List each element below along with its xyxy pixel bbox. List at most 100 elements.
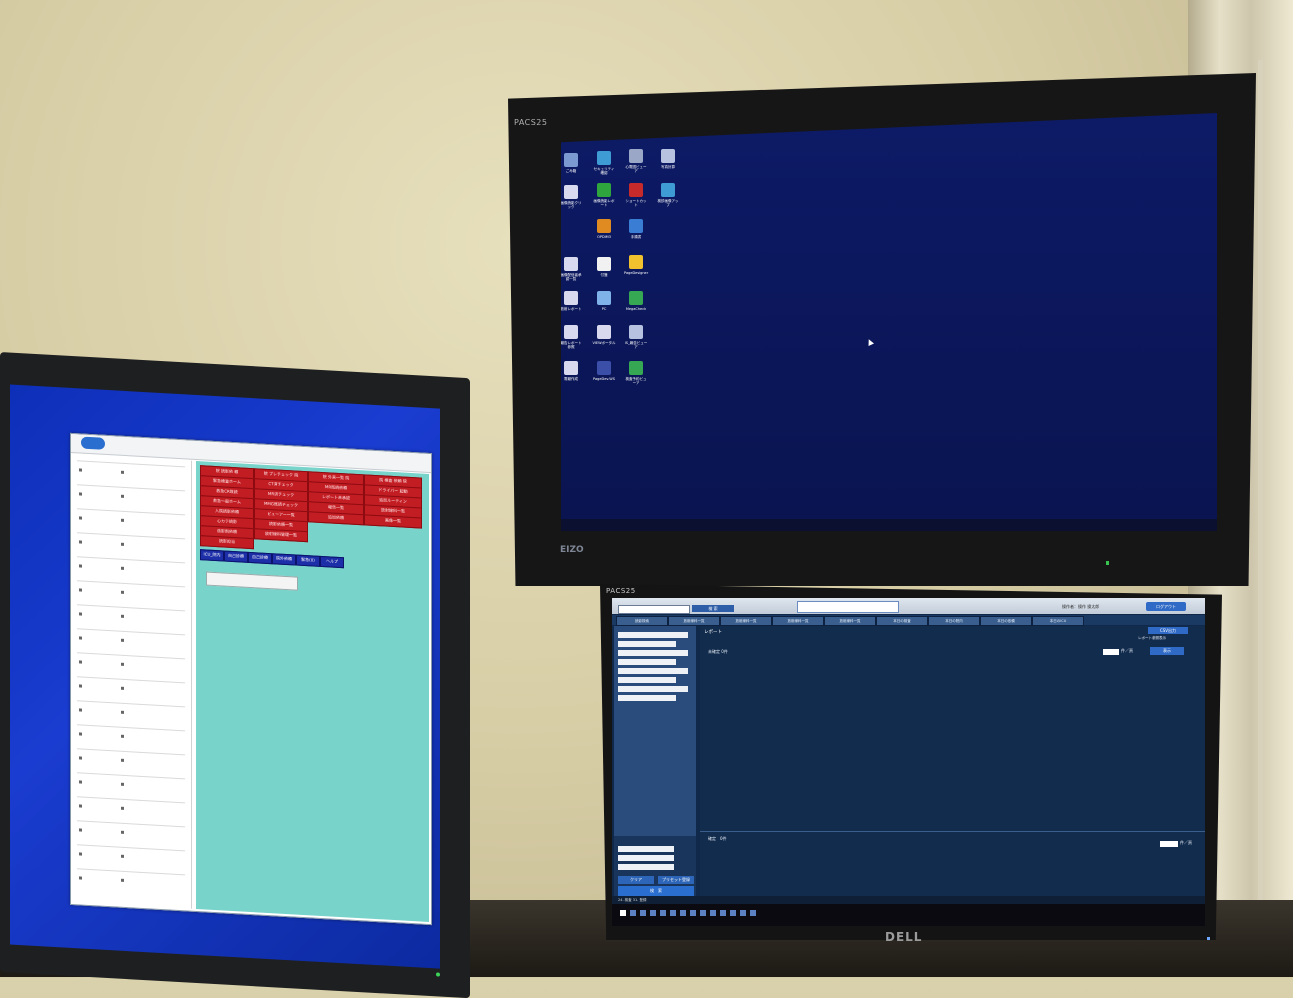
page-size-input[interactable] [1103,649,1119,655]
sidebar-field[interactable] [618,650,688,656]
taskbar-app-icon[interactable] [700,910,706,916]
browser-tab-icon[interactable] [81,436,105,450]
document-icon [564,325,578,339]
taskbar-app-icon[interactable] [740,910,746,916]
desktop-icon[interactable]: 検査予約ビューア [624,361,648,385]
desktop-icon[interactable]: VIEWポータル [592,325,616,345]
tab-2[interactable]: 放射線科一覧 [720,616,772,626]
red-menu-button[interactable]: 読影担当 [200,535,254,550]
sidebar-footer-field[interactable] [618,846,674,852]
list-row-bullet [79,660,82,664]
desktop-icon-label: PC [601,307,607,311]
desktop-icon[interactable]: ショートカット [624,183,648,207]
page-size-input-2[interactable] [1160,841,1178,847]
list-row-marker [121,518,124,522]
sidebar-field[interactable] [618,677,676,683]
taskbar-app-icon[interactable] [650,910,656,916]
tab-5[interactable]: 本日の検査 [876,616,928,626]
list-row-bullet [79,708,82,712]
sidebar-search-button[interactable]: 検 索 [618,886,694,896]
desktop-icon[interactable]: MegaCheck [624,291,648,311]
sidebar-field[interactable] [618,659,676,665]
desktop-icon[interactable]: セキュリティ確認 [592,151,616,175]
sidebar-field[interactable] [618,632,688,638]
red-menu-button[interactable]: 追加依頼 [308,511,364,526]
chart-icon [597,183,611,197]
taskbar-app-icon[interactable] [670,910,676,916]
taskbar-app-icon[interactable] [720,910,726,916]
blue-menu-button[interactable]: ヘルプ [320,555,344,569]
list-row-bullet [79,852,82,856]
desktop-icon[interactable]: 報告レポート参照 [561,325,583,349]
desktop-icon[interactable]: PC [592,291,616,311]
desktop-icon-label: 付箋 [600,273,608,277]
clear-button[interactable]: クリア [618,876,654,884]
sidebar-field[interactable] [618,668,688,674]
left-app-list [73,454,192,909]
desktop-icon[interactable]: 電報作成 [561,361,583,381]
red-menu-button[interactable]: 画像一覧 [364,514,422,529]
taskbar-app-icon[interactable] [750,910,756,916]
desktop-icon[interactable]: 放射レポート [561,291,583,311]
taskbar-app-icon[interactable] [730,910,736,916]
desktop-icon[interactable]: 写真計算 [656,149,680,169]
blue-menu-button[interactable]: 院外依頼 [272,553,296,566]
report-ref-checkbox[interactable]: レポート参照表示 [1138,636,1166,641]
list-row-divider [77,700,185,708]
desktop-icon[interactable]: 画像配信者承認一覧 [561,257,583,281]
taskbar-app-icon[interactable] [680,910,686,916]
csv-export-button[interactable]: CSV出力 [1148,627,1188,634]
preset-register-button[interactable]: プリセット登録 [658,876,694,884]
taskbar-app-icon[interactable] [620,910,626,916]
sidebar-field[interactable] [618,686,688,692]
desktop-icon[interactable]: 画像読影クリック [561,185,583,209]
sidebar-field[interactable] [618,641,676,647]
user-info: 操作者：操作 操太郎 [1062,604,1100,609]
blue-menu-button[interactable]: ICU_院内 [200,549,224,562]
list-row-divider [77,820,185,828]
desktop-icon[interactable]: PageDesigner [624,255,648,275]
popup-box [206,571,298,591]
tab-7[interactable]: 本日の依頼 [980,616,1032,626]
app-icon [597,219,611,233]
desktop-icon[interactable]: 画像読影レポート [592,183,616,207]
patient-search-input[interactable] [618,605,690,614]
top-monitor-label: PACS25 [514,118,548,127]
desktop-icon[interactable]: PageDev.WS [592,361,616,381]
toolbar-icons[interactable] [797,601,899,613]
tab-0[interactable]: 読影検索 [616,616,668,626]
taskbar-app-icon[interactable] [640,910,646,916]
show-button[interactable]: 表示 [1150,647,1184,655]
sidebar-footer-field[interactable] [618,864,674,870]
red-menu-button[interactable]: 放射線科管理一覧 [254,528,308,543]
blue-menu-button[interactable]: 自己診療 [224,550,248,563]
globe-icon [597,151,611,165]
desktop-icon[interactable]: 心電図ビューア [624,149,648,173]
desktop-icon[interactable]: 付箋 [592,257,616,277]
header-search-button[interactable]: 検 索 [692,605,734,612]
taskbar-app-icon[interactable] [660,910,666,916]
taskbar-app-icon[interactable] [710,910,716,916]
list-row-marker [121,854,124,858]
taskbar-app-icon[interactable] [630,910,636,916]
desktop-icon-label: 画像読影レポート [593,199,615,207]
sidebar-footer-field[interactable] [618,855,674,861]
sidebar-field[interactable] [618,695,676,701]
tab-1[interactable]: 放射線科一覧 [668,616,720,626]
tab-8[interactable]: 本日のICU [1032,616,1084,626]
desktop-icon[interactable]: 手順書 [624,219,648,239]
desktop-icon-label: セキュリティ確認 [593,167,615,175]
blue-menu-button[interactable]: 自己診療 [248,551,272,565]
tab-6[interactable]: 本日の院内 [928,616,980,626]
desktop-icon[interactable]: OPDIM3 [592,219,616,239]
logout-button[interactable]: ログアウト [1146,602,1186,611]
desktop-icon[interactable]: ごみ箱 [561,153,583,173]
blue-menu-button[interactable]: 緊急(0) [296,554,320,567]
taskbar-app-icon[interactable] [690,910,696,916]
tab-3[interactable]: 放射線科一覧 [772,616,824,626]
desktop-icon[interactable]: IS_報告ビューア [624,325,648,349]
tab-4[interactable]: 放射線科一覧 [824,616,876,626]
list-row-bullet [79,732,82,736]
desktop-icon-label: 放射レポート [561,307,582,311]
desktop-icon[interactable]: 検診画像アップ [656,183,680,207]
